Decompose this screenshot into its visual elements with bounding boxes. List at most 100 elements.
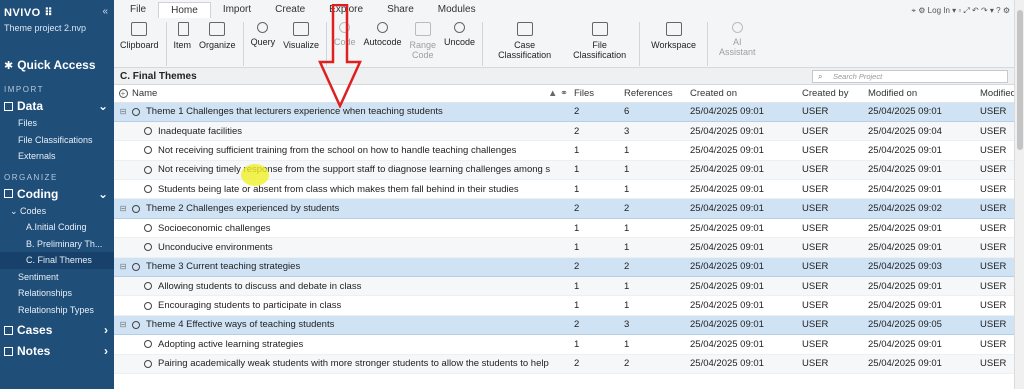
table-row[interactable]: Socioeconomic challenges 1 1 25/04/2025 09:… — [114, 218, 1014, 239]
row-name-text: Unconducive environments — [158, 241, 273, 253]
name-header-label: Name — [132, 87, 158, 99]
file-classification-label-2: Classification — [573, 50, 627, 60]
nav-group-data[interactable]: Data ⌄ — [0, 97, 114, 115]
row-files: 1 — [574, 295, 624, 316]
nav-group-notes[interactable]: Notes › — [0, 342, 114, 360]
workspace-button[interactable]: Workspace — [643, 18, 704, 50]
sidebar-item-relationships[interactable]: Relationships — [0, 285, 114, 302]
collapse-sidebar-icon[interactable]: « — [102, 6, 108, 17]
theme-row[interactable]: ⊟ Theme 3 Current teaching strategies 2 2 25… — [114, 256, 1014, 278]
sidebar-item-files[interactable]: Files — [0, 115, 114, 132]
query-button[interactable]: Query — [247, 18, 280, 47]
item-button[interactable]: Item — [170, 18, 196, 50]
code-node-icon — [132, 320, 140, 329]
tab-home[interactable]: Home — [158, 2, 211, 18]
table-row[interactable]: Inadequate facilities 2 3 25/04/2025 09:01 U… — [114, 121, 1014, 142]
sidebar-item-externals[interactable]: Externals — [0, 148, 114, 165]
vertical-scrollbar[interactable] — [1014, 0, 1024, 389]
column-header-created-on[interactable]: Created on — [690, 85, 802, 103]
theme-row[interactable]: ⊟ Theme 2 Challenges experienced by stude… — [114, 198, 1014, 219]
navigation-sidebar: NVIVO ⠿ Theme project 2.nvp « ✱ Quick Ac… — [0, 0, 114, 389]
chevron-right-icon: › — [104, 344, 108, 358]
theme-row[interactable]: ⊟ Theme 1 Challenges that lecturers exper… — [114, 101, 1014, 122]
nav-group-coding[interactable]: Coding ⌄ — [0, 185, 114, 203]
row-name-text: Students being late or absent from class… — [158, 183, 519, 195]
row-modified-by: USER — [980, 160, 1014, 181]
row-name-text: Pairing academically weak students with … — [158, 358, 549, 370]
scrollbar-thumb[interactable] — [1017, 10, 1023, 150]
sidebar-item-preliminary-themes[interactable]: B. Preliminary Th... — [0, 236, 114, 253]
row-created-by: USER — [802, 121, 868, 142]
row-created-on: 25/04/2025 09:01 — [690, 276, 802, 297]
row-name: Socioeconomic challenges — [132, 218, 574, 239]
window-controls[interactable]: ⌖ ⚙ Log In ▾ ▫ ⤢ ↶ ↷ ▾ ? ⚙ — [912, 6, 1010, 16]
nav-group-cases[interactable]: Cases › — [0, 321, 114, 339]
sidebar-item-initial-coding[interactable]: A.Initial Coding — [0, 219, 114, 236]
column-header-name[interactable]: Name ▲ ⚭ — [132, 85, 574, 103]
case-classification-label-2: Classification — [498, 50, 552, 60]
quick-access[interactable]: ✱ Quick Access — [0, 53, 114, 77]
tab-explore[interactable]: Explore — [317, 2, 375, 18]
row-spacer — [114, 218, 132, 239]
column-header-modified-on[interactable]: Modified on — [868, 85, 980, 103]
visualize-button[interactable]: Visualize — [279, 18, 323, 50]
row-created-by: USER — [802, 334, 868, 355]
sidebar-item-codes[interactable]: ⌄ Codes — [0, 203, 114, 220]
tab-create[interactable]: Create — [263, 2, 317, 18]
ribbon-tabs: File Home Import Create Explore Share Mo… — [114, 0, 1014, 18]
collapse-toggle[interactable]: ⊟ — [114, 198, 132, 219]
row-files: 1 — [574, 276, 624, 297]
collapse-toggle[interactable]: ⊟ — [114, 314, 132, 336]
row-created-on: 25/04/2025 09:01 — [690, 334, 802, 355]
clipboard-button[interactable]: Clipboard — [116, 18, 163, 50]
organize-button[interactable]: Organize — [195, 18, 240, 50]
tab-file[interactable]: File — [118, 2, 158, 18]
code-node-icon — [144, 185, 152, 194]
tab-share[interactable]: Share — [375, 2, 426, 18]
sidebar-item-relationship-types[interactable]: Relationship Types — [0, 302, 114, 319]
row-created-by: USER — [802, 276, 868, 297]
theme-row[interactable]: ⊟ Theme 4 Effective ways of teaching stud… — [114, 314, 1014, 336]
row-name: Students being late or absent from class… — [132, 179, 574, 200]
sidebar-item-file-classifications[interactable]: File Classifications — [0, 132, 114, 149]
tab-modules[interactable]: Modules — [426, 2, 488, 18]
column-header-modified-by[interactable]: Modified by — [980, 85, 1014, 103]
table-row[interactable]: Encouraging students to participate in c… — [114, 295, 1014, 316]
organize-icon — [209, 22, 226, 36]
table-row[interactable]: Pairing academically weak students with … — [114, 354, 1014, 374]
row-modified-on: 25/04/2025 09:01 — [868, 237, 980, 258]
file-classification-button[interactable]: File Classification — [563, 18, 636, 60]
column-header-created-by[interactable]: Created by — [802, 85, 868, 103]
code-node-icon — [144, 243, 152, 252]
row-created-on: 25/04/2025 09:01 — [690, 160, 802, 181]
tab-import[interactable]: Import — [211, 2, 263, 18]
code-button[interactable]: Code — [330, 18, 360, 47]
table-row[interactable]: Unconducive environments 1 1 25/04/2025 09:… — [114, 237, 1014, 258]
code-label: Code — [333, 37, 356, 47]
ai-assistant-button[interactable]: AI Assistant — [711, 18, 764, 57]
autocode-button[interactable]: Autocode — [359, 18, 405, 47]
clipboard-icon — [131, 22, 148, 36]
row-modified-by: USER — [980, 140, 1014, 161]
sidebar-item-final-themes[interactable]: C. Final Themes — [0, 252, 114, 269]
file-classification-label-1: File — [592, 40, 607, 50]
range-code-button[interactable]: Range Code — [406, 18, 441, 60]
column-header-files[interactable]: Files — [574, 85, 624, 103]
column-header-references[interactable]: References — [624, 85, 690, 103]
table-row[interactable]: Adopting active learning strategies 1 1 25/… — [114, 334, 1014, 355]
sidebar-header: NVIVO ⠿ Theme project 2.nvp « — [0, 0, 114, 36]
data-icon — [4, 101, 13, 111]
code-node-icon — [132, 262, 140, 271]
search-input[interactable]: ⌕ Search Project — [812, 69, 1008, 83]
uncode-button[interactable]: Uncode — [440, 18, 479, 47]
sidebar-item-sentiment[interactable]: Sentiment — [0, 269, 114, 286]
add-column-button[interactable]: + — [114, 85, 132, 103]
table-row[interactable]: Allowing students to discuss and debate … — [114, 276, 1014, 297]
row-created-on: 25/04/2025 09:01 — [690, 121, 802, 142]
collapse-toggle[interactable]: ⊟ — [114, 256, 132, 278]
collapse-toggle[interactable]: ⊟ — [114, 101, 132, 122]
case-classification-button[interactable]: Case Classification — [486, 18, 563, 60]
table-row[interactable]: Not receiving sufficient training from t… — [114, 140, 1014, 161]
row-name: Adopting active learning strategies — [132, 334, 574, 355]
code-node-icon — [144, 146, 152, 155]
